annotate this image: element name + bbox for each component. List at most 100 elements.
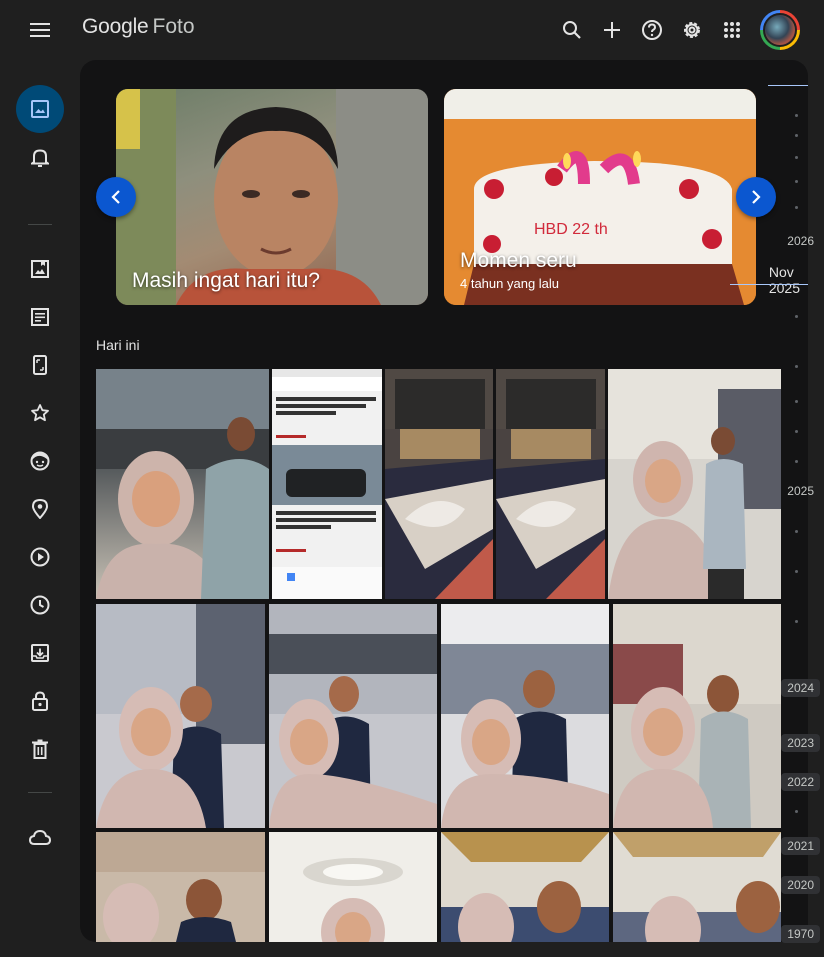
search-icon [563, 21, 581, 39]
settings-icon [684, 22, 700, 38]
sidebar-item-storage[interactable] [16, 813, 64, 861]
screenshots-icon [33, 355, 47, 375]
places-icon [32, 499, 48, 519]
logo-google-text: Google [82, 15, 149, 38]
sidebar-item-trash[interactable] [16, 725, 64, 773]
scrubber-year-2023[interactable]: 2023 [781, 734, 820, 752]
scrubber-dot [795, 156, 798, 159]
photo-thumbnail[interactable] [608, 369, 781, 599]
scrubber-top-marker [768, 85, 808, 86]
memories-carousel: Masih ingat hari itu? HBD 22 th Momen se… [96, 89, 796, 305]
scrubber-year-2022[interactable]: 2022 [781, 773, 820, 791]
people-icon [30, 451, 50, 471]
date-section-heading: Hari ini [96, 337, 140, 353]
recently-added-icon [30, 595, 50, 615]
create-button[interactable] [592, 10, 632, 50]
scrubber-dot [795, 460, 798, 463]
updates-icon [31, 149, 49, 167]
scrubber-dot [795, 430, 798, 433]
albums-icon [31, 260, 49, 278]
hamburger-icon [30, 23, 50, 37]
scrubber-dot [795, 570, 798, 573]
photo-thumbnail[interactable] [269, 832, 437, 942]
scrubber-dot [795, 180, 798, 183]
scrubber-dot [795, 315, 798, 318]
chevron-right-icon [752, 190, 761, 204]
apps-button[interactable] [712, 10, 752, 50]
scrubber-dot [795, 206, 798, 209]
photo-image [96, 832, 265, 942]
chevron-left-icon [111, 190, 120, 204]
photo-thumbnail[interactable] [272, 369, 382, 599]
sidebar-item-videos[interactable] [16, 533, 64, 581]
scrubber-position-line [730, 284, 808, 285]
photo-image [608, 369, 781, 599]
photo-image [441, 832, 609, 942]
avatar-image [763, 13, 797, 47]
scrubber-year-2021[interactable]: 2021 [781, 837, 820, 855]
scrubber-year-2025[interactable]: 2025 [787, 484, 814, 498]
photo-thumbnail[interactable] [441, 604, 609, 828]
photo-thumbnail[interactable] [613, 832, 781, 942]
top-bar: Google Foto [0, 0, 824, 60]
memory-subtitle: 4 tahun yang lalu [460, 276, 560, 291]
scrubber-dot [795, 114, 798, 117]
sidebar-item-people[interactable] [16, 437, 64, 485]
photo-image [269, 604, 437, 828]
memory-card[interactable]: HBD 22 th Momen seru 4 tahun yang lalu [444, 89, 756, 305]
sidebar-item-favorites[interactable] [16, 389, 64, 437]
scrubber-year-2020[interactable]: 2020 [781, 876, 820, 894]
sidebar-item-recently-added[interactable] [16, 581, 64, 629]
photo-thumbnail[interactable] [613, 604, 781, 828]
sidebar-item-locked-folder[interactable] [16, 677, 64, 725]
photo-thumbnail[interactable] [441, 832, 609, 942]
photo-image [441, 604, 609, 828]
sidebar-item-documents[interactable] [16, 293, 64, 341]
carousel-prev-button[interactable] [96, 177, 136, 217]
scrubber-year-2026[interactable]: 2026 [787, 234, 814, 248]
scrubber-dot [795, 530, 798, 533]
cake-writing: HBD 22 th [534, 221, 608, 238]
photo-image [496, 369, 605, 599]
photo-thumbnail[interactable] [269, 604, 437, 828]
account-avatar[interactable] [760, 10, 800, 50]
add-icon [604, 22, 620, 38]
memory-card[interactable]: Masih ingat hari itu? [116, 89, 428, 305]
sidebar-item-places[interactable] [16, 485, 64, 533]
settings-button[interactable] [672, 10, 712, 50]
scrubber-dot [795, 365, 798, 368]
scrubber-year-2024[interactable]: 2024 [781, 679, 820, 697]
photo-thumbnail[interactable] [96, 369, 269, 599]
app-logo[interactable]: Google Foto [82, 15, 195, 39]
sidebar-nav [0, 60, 80, 957]
videos-icon [30, 547, 50, 567]
photo-thumbnail[interactable] [385, 369, 493, 599]
photo-thumbnail[interactable] [96, 604, 265, 828]
sidebar-item-albums[interactable] [16, 245, 64, 293]
scrubber-year-1970[interactable]: 1970 [781, 925, 820, 943]
photo-image [385, 369, 493, 599]
help-button[interactable] [632, 10, 672, 50]
date-scrubber[interactable]: 2026 Nov 2025 2025 2024 2023 2022 2021 2… [730, 60, 824, 943]
sidebar-divider [28, 792, 52, 793]
main-menu-button[interactable] [24, 14, 56, 46]
scrubber-dot [795, 810, 798, 813]
sidebar-item-photos[interactable] [16, 85, 64, 133]
scrubber-dot [795, 400, 798, 403]
photo-thumbnail[interactable] [96, 832, 265, 942]
photo-image [303, 858, 403, 942]
photo-image [96, 604, 265, 828]
sidebar-item-updates[interactable] [16, 133, 64, 181]
photo-image [613, 604, 781, 828]
apps-icon [724, 22, 740, 38]
photo-thumbnail[interactable] [496, 369, 605, 599]
storage-cloud-icon [29, 829, 51, 845]
help-icon [642, 20, 662, 40]
sidebar-item-screenshots[interactable] [16, 341, 64, 389]
scrubber-current-date: Nov 2025 [760, 262, 808, 298]
sidebar-item-archive[interactable] [16, 629, 64, 677]
photo-library: Masih ingat hari itu? HBD 22 th Momen se… [80, 60, 808, 942]
documents-icon [31, 308, 49, 326]
photo-image [613, 832, 781, 942]
search-button[interactable] [552, 10, 592, 50]
